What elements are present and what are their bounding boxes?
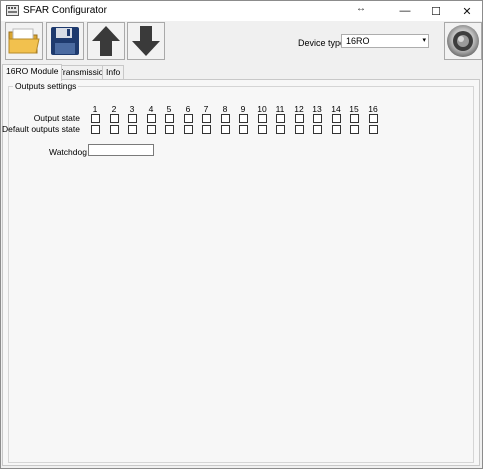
default-output-state-checkbox[interactable] [332,125,341,134]
default-output-state-checkbox[interactable] [202,125,211,134]
column-number: 6 [185,104,191,114]
app-window: SFAR Configurator ↔ — ☐ ✕ Device type: 1… [0,0,483,469]
arrow-up-icon [92,26,120,56]
default-output-state-checkbox[interactable] [258,125,267,134]
save-button[interactable] [46,22,84,60]
default-output-state-checkbox[interactable] [239,125,248,134]
column-number: 4 [148,104,154,114]
column-number: 16 [368,104,378,114]
column-number: 12 [294,104,304,114]
default-output-state-checkbox[interactable] [184,125,193,134]
output-state-checkbox[interactable] [184,114,193,123]
open-button[interactable] [5,22,43,60]
row-label: Default outputs state [2,124,80,134]
output-state-checkbox[interactable] [258,114,267,123]
minimize-button[interactable]: — [389,1,421,21]
output-state-checkbox[interactable] [239,114,248,123]
app-icon [6,5,19,16]
watchdog-input[interactable] [88,144,154,156]
default-output-state-checkbox[interactable] [276,125,285,134]
floppy-disk-icon [51,27,79,55]
tab-info[interactable]: Info [102,65,125,80]
group-title: Outputs settings [13,81,79,91]
title-bar[interactable]: SFAR Configurator ↔ — ☐ ✕ [1,1,482,21]
output-state-checkbox[interactable] [332,114,341,123]
logo-ring-icon [447,25,479,57]
watchdog-label: Watchdog [49,147,87,157]
logo [444,22,482,60]
column-number: 7 [203,104,209,114]
output-state-checkbox[interactable] [128,114,137,123]
output-state-checkbox[interactable] [221,114,230,123]
column-number: 13 [312,104,322,114]
toolbar: Device type: 16RO ▾ [1,21,482,63]
device-type-value: 16RO [346,36,370,46]
default-output-state-checkbox[interactable] [110,125,119,134]
output-state-checkbox[interactable] [313,114,322,123]
row-label: Output state [33,113,80,123]
column-number: 2 [111,104,117,114]
output-state-checkbox[interactable] [369,114,378,123]
output-state-checkbox[interactable] [202,114,211,123]
maximize-button[interactable]: ☐ [420,1,452,21]
resize-cursor-icon: ↔ [356,3,366,14]
output-state-checkbox[interactable] [276,114,285,123]
window-title: SFAR Configurator [23,5,107,16]
output-state-checkbox[interactable] [110,114,119,123]
column-number: 3 [129,104,135,114]
default-output-state-checkbox[interactable] [350,125,359,134]
default-output-state-checkbox[interactable] [369,125,378,134]
column-number: 11 [275,104,285,114]
column-number: 1 [92,104,98,114]
download-button[interactable] [127,22,165,60]
column-number: 14 [331,104,341,114]
column-number: 15 [349,104,359,114]
arrow-down-icon [132,26,160,56]
column-number: 9 [240,104,246,114]
default-output-state-checkbox[interactable] [147,125,156,134]
close-button[interactable]: ✕ [451,1,482,21]
default-output-state-checkbox[interactable] [221,125,230,134]
column-number: 5 [166,104,172,114]
default-output-state-checkbox[interactable] [91,125,100,134]
output-state-checkbox[interactable] [91,114,100,123]
output-state-checkbox[interactable] [295,114,304,123]
chevron-down-icon: ▾ [422,37,426,44]
outputs-settings-group: Outputs settings [8,81,474,463]
device-type-select[interactable]: 16RO ▾ [341,34,429,48]
column-number: 10 [257,104,267,114]
default-output-state-checkbox[interactable] [313,125,322,134]
default-output-state-checkbox[interactable] [165,125,174,134]
default-output-state-checkbox[interactable] [128,125,137,134]
upload-button[interactable] [87,22,125,60]
output-state-checkbox[interactable] [165,114,174,123]
column-number: 8 [222,104,228,114]
tab-16ro-module[interactable]: 16RO Module [2,64,63,81]
output-state-checkbox[interactable] [350,114,359,123]
default-output-state-checkbox[interactable] [295,125,304,134]
output-state-checkbox[interactable] [147,114,156,123]
folder-open-icon [8,28,40,54]
tab-panel: Outputs settings [2,79,480,466]
